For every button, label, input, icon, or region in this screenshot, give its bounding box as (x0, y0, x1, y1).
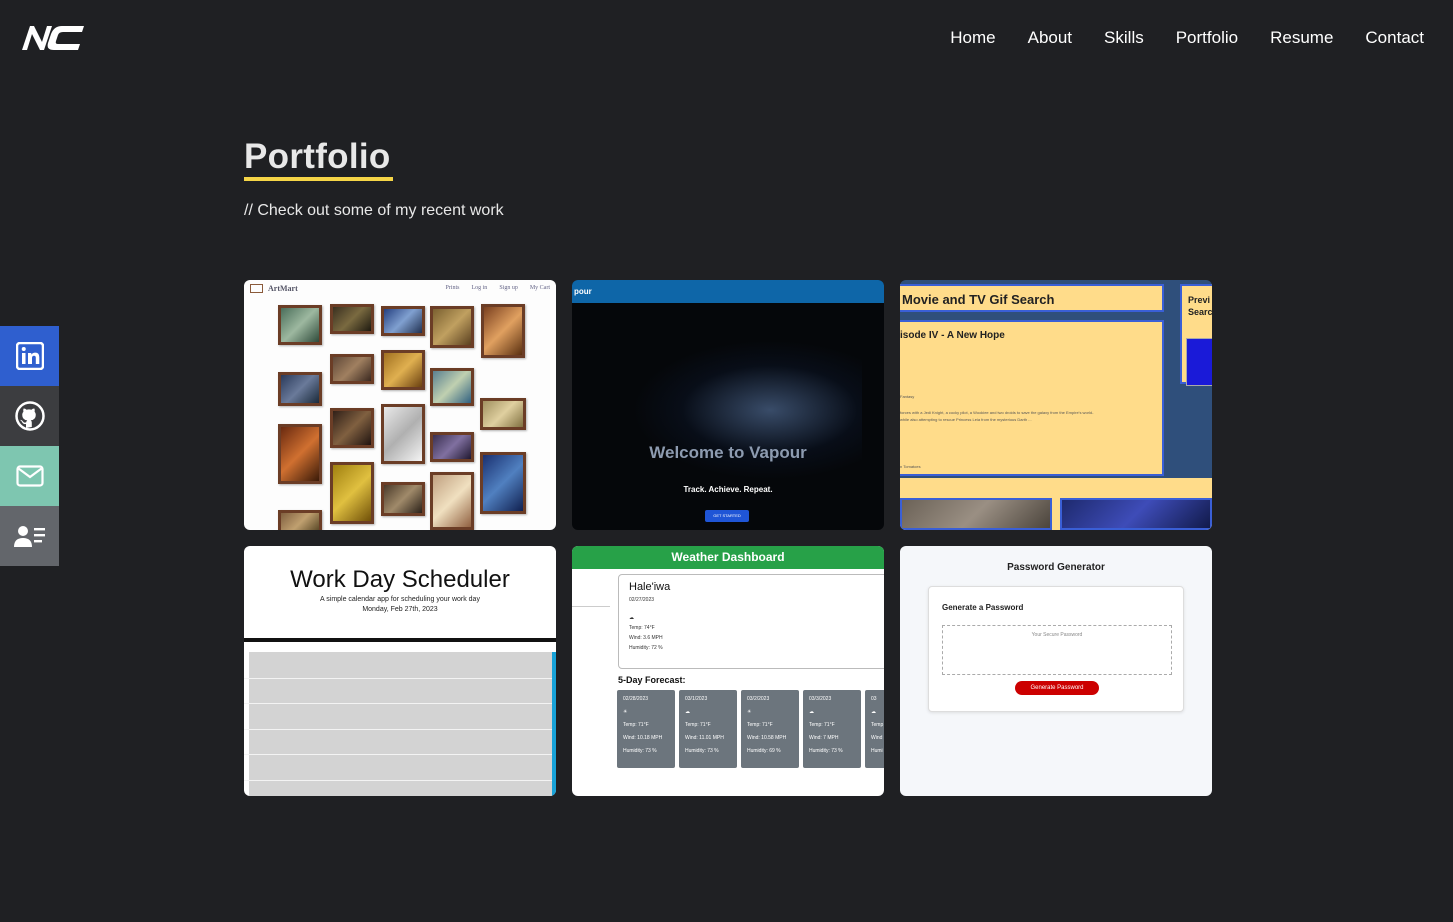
weather-humidity: Humidity: 72 % (629, 645, 663, 651)
painting (330, 354, 374, 384)
generate-password-button: Generate Password (1015, 681, 1099, 695)
gif-previous-searches: Previ Searc (1180, 284, 1212, 386)
password-heading: Generate a Password (942, 603, 1024, 612)
artmart-link-login: Log in (471, 285, 488, 291)
artmart-link-cart: My Cart (529, 285, 550, 291)
gif-result-plot-2: while also attempting to rescue Princess… (900, 417, 1032, 422)
painting (381, 482, 425, 516)
forecast-day: 02/28/2023 ☀ Temp: 71°F Wind: 10.18 MPH H… (617, 690, 675, 768)
vapour-welcome: Welcome to Vapour (649, 443, 807, 462)
project-card-scheduler[interactable]: Work Day Scheduler A simple calendar app… (244, 546, 556, 796)
artmart-brand: ArtMart (268, 283, 298, 293)
gif-search-header: Movie and TV Gif Search (900, 284, 1164, 312)
gif-previous-list (1186, 338, 1212, 386)
linkedin-link[interactable] (0, 326, 59, 386)
page-subtitle: // Check out some of my recent work (244, 202, 504, 219)
project-card-artmart[interactable]: ArtMart Prints Log in Sign up My Cart (244, 280, 556, 530)
project-card-gif-search[interactable]: Movie and TV Gif Search Previ Searc isod… (900, 280, 1212, 530)
painting (481, 304, 525, 358)
project-card-weather[interactable]: Weather Dashboard Hale'iwa 02/27/2023 ☁ … (572, 546, 884, 796)
gif-result-title: isode IV - A New Hope (900, 330, 1005, 341)
painting (278, 372, 322, 406)
nav-home[interactable]: Home (950, 28, 995, 48)
painting (430, 472, 474, 530)
nav-about[interactable]: About (1028, 28, 1072, 48)
gif-result-plot: forces with a Jedi Knight, a cocky pilot… (900, 410, 1094, 415)
weather-wind: Wind: 3.6 MPH (629, 635, 663, 641)
nav-skills[interactable]: Skills (1104, 28, 1144, 48)
gif-result-rating: n Tomatoes (900, 464, 921, 469)
nav-resume[interactable]: Resume (1270, 28, 1333, 48)
vapour-navbar: pour (572, 280, 884, 303)
weather-temp: Temp: 74°F (629, 625, 655, 631)
forecast-day: 03/1/2023 ☁ Temp: 71°F Wind: 11.01 MPH Hu… (679, 690, 737, 768)
painting (330, 304, 374, 334)
forecast-day: 03 ☁ Temp Wind Humi (865, 690, 884, 768)
gif-image (1060, 498, 1212, 530)
weather-icon: ☁ (629, 615, 634, 621)
weather-current: Hale'iwa 02/27/2023 ☁ Temp: 74°F Wind: 3… (618, 574, 884, 669)
gif-result-panel: isode IV - A New Hope Fantasy forces wit… (900, 320, 1164, 476)
gif-result-genre: Fantasy (900, 394, 915, 399)
scheduler-subtitle: A simple calendar app for scheduling you… (320, 596, 480, 603)
weather-city: Hale'iwa (629, 581, 671, 593)
linkedin-icon (15, 342, 44, 370)
gif-previous-label: Previ Searc (1188, 295, 1212, 317)
vapour-get-started-button: GET STARTED (705, 510, 749, 522)
painting (381, 404, 425, 464)
password-output: Your Secure Password (942, 625, 1172, 675)
project-card-password[interactable]: Password Generator Generate a Password Y… (900, 546, 1212, 796)
painting (430, 306, 474, 348)
mail-icon (15, 465, 44, 487)
painting (381, 306, 425, 336)
password-panel: Generate a Password Your Secure Password… (928, 586, 1184, 712)
painting (480, 398, 526, 430)
social-sidebar (0, 326, 59, 566)
painting (278, 424, 322, 484)
scheduler-rows (249, 652, 552, 796)
nc-logo[interactable] (20, 24, 86, 52)
artmart-link-prints: Prints (445, 285, 460, 291)
scheduler-title: Work Day Scheduler (290, 566, 510, 593)
artmart-navbar: ArtMart Prints Log in Sign up My Cart (244, 280, 556, 296)
painting (381, 350, 425, 390)
project-card-vapour[interactable]: pour Welcome to Vapour Track. Achieve. R… (572, 280, 884, 530)
weather-header: Weather Dashboard (572, 546, 884, 569)
resume-link[interactable] (0, 506, 59, 566)
password-title: Password Generator (1007, 562, 1105, 573)
portfolio-grid: ArtMart Prints Log in Sign up My Cart po… (244, 280, 1212, 796)
painting (278, 510, 322, 530)
nav-portfolio[interactable]: Portfolio (1176, 28, 1238, 48)
forecast-day: 03/2/2023 ☀ Temp: 71°F Wind: 10.58 MPH Hu… (741, 690, 799, 768)
weather-forecast-label: 5-Day Forecast: (618, 675, 686, 685)
painting (430, 368, 474, 406)
title-underline (244, 177, 393, 181)
weather-date: 02/27/2023 (629, 597, 655, 603)
painting (330, 462, 374, 524)
gif-image (900, 498, 1052, 530)
github-icon (14, 401, 45, 431)
page-title: Portfolio (244, 137, 391, 176)
github-link[interactable] (0, 386, 59, 446)
vapour-tagline: Track. Achieve. Repeat. (683, 485, 773, 494)
frame-icon (250, 283, 263, 293)
painting (330, 408, 374, 448)
forecast-day: 03/3/2023 ☁ Temp: 71°F Wind: 7 MPH Humidi… (803, 690, 861, 768)
resume-icon (13, 526, 45, 547)
nav-contact[interactable]: Contact (1365, 28, 1424, 48)
email-link[interactable] (0, 446, 59, 506)
artmart-link-signup: Sign up (499, 285, 518, 291)
painting (278, 305, 322, 345)
scheduler-date: Monday, Feb 27th, 2023 (362, 606, 438, 613)
painting (430, 432, 474, 462)
main-nav: Home About Skills Portfolio Resume Conta… (950, 28, 1424, 48)
painting (480, 452, 526, 514)
